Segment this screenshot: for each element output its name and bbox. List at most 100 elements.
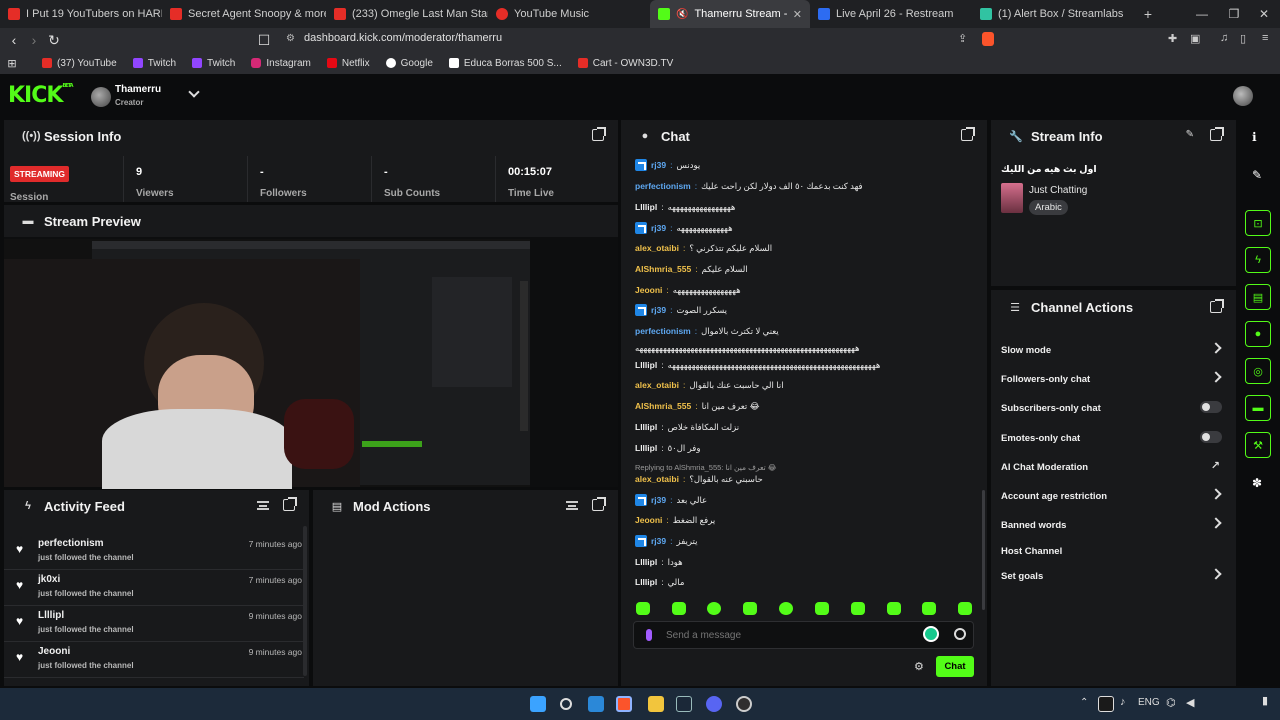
chat-message[interactable]: rj39: يسكرر الصوت xyxy=(635,303,727,317)
category-name[interactable]: Just Chatting xyxy=(1029,185,1087,196)
chat-username[interactable]: Llllipl xyxy=(635,360,657,370)
chat-message[interactable]: AlShmria_555: تعرف مين انا 😂 xyxy=(635,399,760,413)
expand-icon[interactable] xyxy=(1210,127,1224,141)
chat-username[interactable]: rj39 xyxy=(651,495,666,505)
chat-message[interactable]: Llllipl: هههههههههههههههههههههههههههههههه… xyxy=(635,358,880,372)
toggle-switch[interactable] xyxy=(1200,431,1222,443)
emote-icon[interactable] xyxy=(743,602,757,615)
chat-username[interactable]: Jeooni xyxy=(635,285,662,295)
channel-avatar[interactable] xyxy=(91,87,111,107)
emote-icon[interactable] xyxy=(779,602,793,615)
chat-message[interactable]: Llllipl: مالي xyxy=(635,575,684,589)
reload-icon[interactable]: ↻ xyxy=(44,32,64,49)
browser-tab[interactable]: (1) Alert Box / Streamlabs xyxy=(972,0,1136,28)
language-indicator[interactable]: ENG xyxy=(1138,697,1160,708)
tray-chevron-icon[interactable]: ⌃ xyxy=(1080,697,1088,708)
network-icon[interactable]: ⌬ xyxy=(1166,696,1176,709)
chevron-right-icon[interactable] xyxy=(1210,371,1222,383)
channel-action-account-age-restriction[interactable]: Account age restriction xyxy=(1001,487,1226,505)
monitor-icon[interactable]: ▬ xyxy=(1245,395,1271,421)
kick-logo[interactable]: KICKBETA xyxy=(8,83,74,108)
chevron-down-icon[interactable] xyxy=(188,86,200,98)
expand-icon[interactable] xyxy=(592,127,606,141)
channel-action-emotes-only-chat[interactable]: Emotes-only chat xyxy=(1001,429,1226,447)
emote-icon[interactable] xyxy=(672,602,686,615)
site-info-icon[interactable]: ⚙ xyxy=(286,33,295,44)
emote-icon[interactable] xyxy=(707,602,721,615)
scrollbar[interactable] xyxy=(303,526,307,676)
chat-message[interactable]: rj39: يودنس xyxy=(635,158,700,172)
browser-tab-active[interactable]: 🔇 Thamerru Stream - Kick Dash ✕ xyxy=(650,0,810,28)
clipboard-icon[interactable]: ▤ xyxy=(1245,284,1271,310)
chat-username[interactable]: Llllipl xyxy=(635,577,657,587)
stream-video[interactable] xyxy=(4,239,530,489)
new-tab-button[interactable]: + xyxy=(1136,6,1160,22)
info-icon[interactable]: ℹ xyxy=(1252,130,1257,144)
chat-message[interactable]: Llllipl: هودا xyxy=(635,555,683,569)
chevron-right-icon[interactable] xyxy=(1210,488,1222,500)
mic-icon[interactable] xyxy=(646,629,652,641)
emote-icon[interactable] xyxy=(636,602,650,615)
chevron-right-icon[interactable] xyxy=(1210,568,1222,580)
chat-message[interactable]: Llllipl: ههههههههههههههههه xyxy=(635,200,735,214)
browser-tab[interactable]: Secret Agent Snoopy & more Snoop xyxy=(162,0,326,28)
chat-message[interactable]: Jeooni: ههههههههههههههههه xyxy=(635,283,741,297)
channel-action-banned-words[interactable]: Banned words xyxy=(1001,516,1226,534)
chat-username[interactable]: Llllipl xyxy=(635,202,657,212)
browser-tab[interactable]: YouTube Music xyxy=(488,0,650,28)
wallet-icon[interactable]: ▣ xyxy=(1190,32,1200,45)
chat-bubble-icon[interactable]: ● xyxy=(1245,321,1271,347)
edit-pencil-icon[interactable]: ✎ xyxy=(1186,129,1194,140)
chat-username[interactable]: rj39 xyxy=(651,536,666,546)
notification-bell-icon[interactable]: ▮ xyxy=(1262,694,1268,707)
emote-icon[interactable] xyxy=(815,602,829,615)
chat-username[interactable]: Llllipl xyxy=(635,557,657,567)
bookmark-item[interactable]: Twitch xyxy=(184,58,243,69)
palette-icon[interactable]: ✽ xyxy=(1252,476,1262,490)
chat-input-box[interactable] xyxy=(633,621,974,649)
kick-tray-icon[interactable] xyxy=(1098,696,1114,712)
chat-message[interactable]: alex_otaibi: حاسبني عنه بالقوال؟ xyxy=(635,472,763,486)
brave-shields-icon[interactable] xyxy=(982,32,994,46)
grammarly-icon[interactable] xyxy=(923,626,939,642)
extensions-icon[interactable]: ✚ xyxy=(1168,32,1177,45)
browser-tab[interactable]: (233) Omegle Last Man Standing 3 - xyxy=(326,0,488,28)
broadcast-icon[interactable]: ◎ xyxy=(1245,358,1271,384)
bookmark-item[interactable]: Instagram xyxy=(243,58,318,69)
chat-message-input[interactable] xyxy=(666,627,906,643)
chat-message[interactable]: perfectionism: يعني لا تكترث بالاموال xyxy=(635,324,779,338)
browser-tab[interactable]: Live April 26 - Restream xyxy=(810,0,972,28)
chat-username[interactable]: rj39 xyxy=(651,223,666,233)
filter-icon[interactable] xyxy=(566,501,578,510)
chat-message[interactable]: AlShmria_555: السلام عليكم xyxy=(635,262,748,276)
forward-icon[interactable]: › xyxy=(24,32,44,48)
chat-settings-gear-icon[interactable]: ⚙ xyxy=(914,660,924,673)
bolt-icon[interactable]: ϟ xyxy=(1245,247,1271,273)
expand-icon[interactable] xyxy=(1210,299,1224,313)
user-avatar[interactable] xyxy=(1233,86,1253,106)
chat-message[interactable]: Jeooni: يرفع الضغط xyxy=(635,513,715,527)
emote-icon[interactable] xyxy=(887,602,901,615)
channel-action-set-goals[interactable]: Set goals xyxy=(1001,567,1226,585)
channel-action-slow-mode[interactable]: Slow mode xyxy=(1001,341,1226,359)
close-tab-icon[interactable]: ✕ xyxy=(793,8,802,21)
steam-icon[interactable] xyxy=(676,696,692,712)
activity-user[interactable]: jk0xi xyxy=(38,574,60,585)
channel-action-host-channel[interactable]: Host Channel xyxy=(1001,542,1226,560)
chat-username[interactable]: rj39 xyxy=(651,305,666,315)
emoji-icon[interactable] xyxy=(954,628,966,640)
bookmark-icon[interactable]: ☐ xyxy=(254,32,274,49)
address-bar[interactable]: dashboard.kick.com/moderator/thamerru xyxy=(304,32,502,44)
bookmark-item[interactable]: Netflix xyxy=(319,58,378,69)
bookmark-item[interactable]: Google xyxy=(378,58,441,69)
brave-icon[interactable] xyxy=(616,696,632,712)
maximize-button[interactable]: ❐ xyxy=(1218,7,1250,21)
obs-icon[interactable] xyxy=(736,696,752,712)
channel-action-subscribers-only-chat[interactable]: Subscribers-only chat xyxy=(1001,399,1226,417)
category-thumbnail[interactable] xyxy=(1001,183,1023,213)
chat-username[interactable]: rj39 xyxy=(651,160,666,170)
activity-user[interactable]: perfectionism xyxy=(38,538,104,549)
expand-icon[interactable] xyxy=(961,127,975,141)
chat-username[interactable]: alex_otaibi xyxy=(635,243,679,253)
sidebar-icon[interactable]: ▯ xyxy=(1240,32,1246,45)
